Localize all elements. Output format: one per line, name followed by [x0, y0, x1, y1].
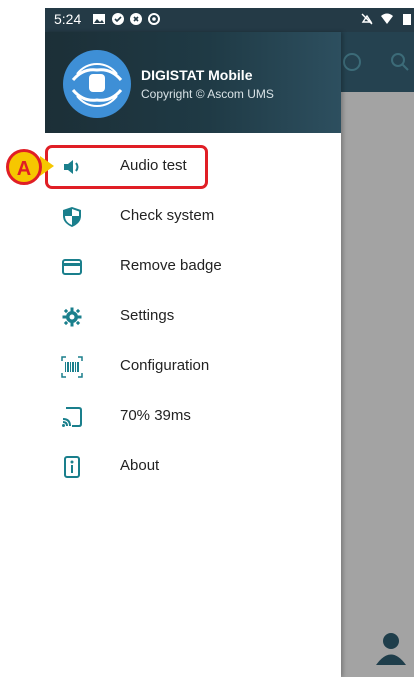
sync-circle-icon	[148, 13, 160, 25]
battery-icon	[403, 14, 411, 25]
image-notification-icon	[93, 14, 105, 24]
app-name: DIGISTAT Mobile	[141, 67, 253, 83]
annotation-marker-label: A	[16, 158, 32, 180]
menu-item-label: Settings	[120, 307, 175, 324]
error-circle-icon	[130, 13, 142, 25]
menu-item-label: About	[120, 457, 160, 474]
phone-screen: 5:24 DIGISTAT Mobile Copyright © Ascom U…	[45, 8, 414, 677]
menu-item-label: Remove badge	[120, 257, 222, 274]
navigation-drawer: DIGISTAT Mobile Copyright © Ascom UMS Au…	[45, 32, 341, 677]
status-time: 5:24	[54, 11, 82, 27]
info-icon	[64, 456, 80, 478]
menu-item-remove-badge[interactable]: Remove badge	[45, 242, 341, 292]
menu-item-about[interactable]: About	[45, 442, 341, 492]
main-content-scrim[interactable]	[341, 92, 414, 677]
menu-item-label: 70% 39ms	[120, 407, 191, 424]
highlight-box	[45, 145, 208, 189]
hands-logo-icon	[71, 62, 123, 108]
annotation-marker: A	[6, 149, 42, 185]
menu-item-check-system[interactable]: Check system	[45, 192, 341, 242]
check-circle-icon	[112, 13, 124, 25]
cast-signal-icon	[62, 407, 82, 427]
app-copyright: Copyright © Ascom UMS	[141, 87, 274, 101]
search-icon[interactable]	[390, 52, 410, 72]
card-icon	[62, 259, 82, 275]
user-icon[interactable]	[373, 630, 409, 666]
marker-arrow	[40, 156, 54, 176]
wifi-icon	[381, 13, 393, 24]
drawer-header: DIGISTAT Mobile Copyright © Ascom UMS	[45, 32, 341, 133]
app-logo	[63, 50, 131, 118]
group-icon[interactable]	[342, 52, 362, 72]
mute-icon	[361, 13, 373, 25]
menu-item-connection-status[interactable]: 70% 39ms	[45, 392, 341, 442]
shield-icon	[63, 207, 81, 227]
menu-item-configuration[interactable]: Configuration	[45, 342, 341, 392]
menu-item-settings[interactable]: Settings	[45, 292, 341, 342]
status-bar: 5:24	[45, 8, 414, 32]
barcode-scan-icon	[61, 356, 83, 378]
gear-icon	[62, 307, 82, 327]
menu-item-label: Check system	[120, 207, 215, 224]
menu-item-label: Configuration	[120, 357, 210, 374]
